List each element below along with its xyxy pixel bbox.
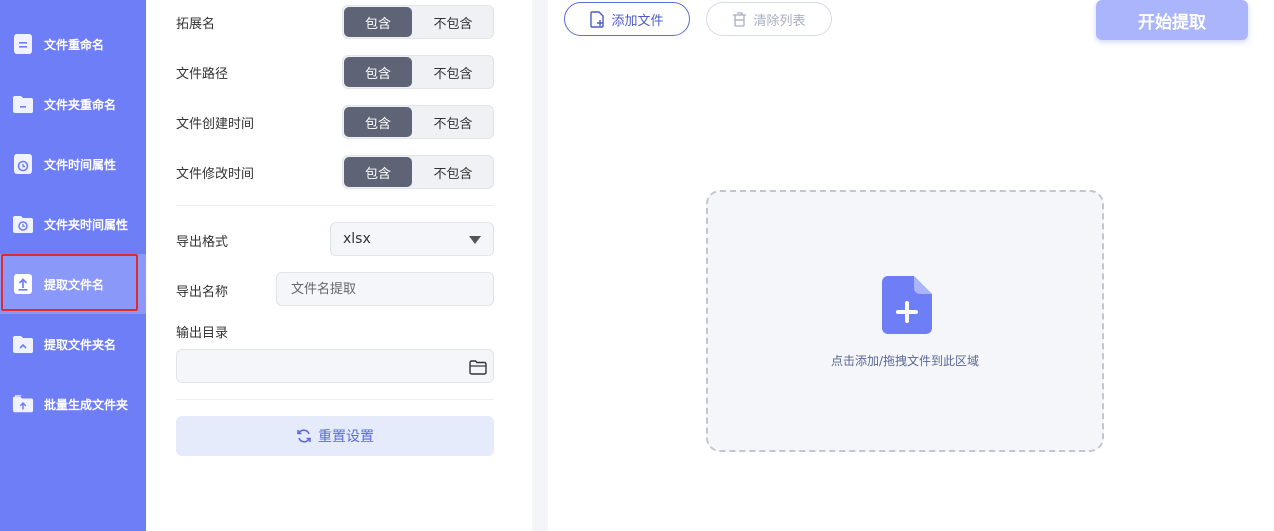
folder-minus-icon	[12, 93, 34, 115]
output-dir-label: 输出目录	[176, 326, 229, 341]
sidebar-item-label: 文件夹时间属性	[44, 217, 129, 232]
clear-list-button[interactable]: 清除列表	[706, 2, 832, 36]
row-label-extension: 拓展名	[176, 17, 216, 32]
sidebar-item-file-rename[interactable]: 文件重命名	[0, 14, 146, 74]
sidebar-item-label: 批量生成文件夹	[44, 397, 129, 412]
exclude-option[interactable]: 不包含	[419, 7, 487, 37]
include-option[interactable]: 包含	[344, 157, 412, 187]
folder-clock-icon	[12, 213, 34, 235]
divider	[176, 205, 494, 206]
reset-settings-label: 重置设置	[318, 429, 374, 445]
highlight-box	[1, 254, 138, 311]
file-clock-icon	[12, 153, 34, 175]
extension-toggle: 包含 不包含	[342, 5, 494, 39]
sidebar-item-folder-time[interactable]: 文件夹时间属性	[0, 194, 146, 254]
export-name-input[interactable]	[276, 272, 494, 306]
caret-down-icon	[469, 236, 481, 244]
exclude-option[interactable]: 不包含	[419, 57, 487, 87]
clear-list-label: 清除列表	[753, 13, 806, 29]
export-format-select[interactable]: xlsx	[330, 222, 494, 256]
modified-time-toggle: 包含 不包含	[342, 155, 494, 189]
add-file-label: 添加文件	[611, 13, 664, 29]
sidebar-item-folder-rename[interactable]: 文件夹重命名	[0, 74, 146, 134]
path-toggle: 包含 不包含	[342, 55, 494, 89]
sidebar-item-label: 文件时间属性	[44, 157, 117, 172]
divider	[176, 399, 494, 400]
sidebar-item-file-time[interactable]: 文件时间属性	[0, 134, 146, 194]
start-extract-button[interactable]: 开始提取	[1096, 0, 1248, 40]
dropzone-hint: 点击添加/拖拽文件到此区域	[830, 354, 980, 368]
reset-settings-button[interactable]: 重置设置	[176, 416, 494, 456]
trash-icon	[732, 11, 747, 27]
export-name-label: 导出名称	[176, 285, 229, 300]
exclude-option[interactable]: 不包含	[419, 157, 487, 187]
sidebar: 文件重命名 文件夹重命名 文件时间属性 文件夹时间属性 提取文件名 提取文件夹名	[0, 0, 146, 531]
folder-plus-icon	[12, 393, 34, 415]
export-format-value: xlsx	[343, 231, 371, 247]
row-label-path: 文件路径	[176, 67, 229, 82]
sidebar-item-batch-create-folder[interactable]: 批量生成文件夹	[0, 374, 146, 434]
sidebar-item-label: 文件重命名	[44, 37, 105, 52]
main-area: 添加文件 清除列表 开始提取 点击添加/拖拽文件到此区域	[548, 0, 1274, 531]
add-file-button[interactable]: 添加文件	[564, 2, 690, 36]
created-time-toggle: 包含 不包含	[342, 105, 494, 139]
refresh-icon	[296, 428, 312, 444]
document-icon	[12, 33, 34, 55]
exclude-option[interactable]: 不包含	[419, 107, 487, 137]
output-dir-input[interactable]	[176, 349, 494, 383]
include-option[interactable]: 包含	[344, 107, 412, 137]
row-label-modified-time: 文件修改时间	[176, 167, 255, 182]
sidebar-item-extract-foldername[interactable]: 提取文件夹名	[0, 314, 146, 374]
start-extract-label: 开始提取	[1138, 12, 1206, 33]
settings-panel: 拓展名 包含 不包含 文件路径 包含 不包含 文件创建时间 包含 不包含 文件修…	[146, 0, 532, 531]
file-add-icon	[882, 276, 932, 338]
export-format-label: 导出格式	[176, 235, 229, 250]
include-option[interactable]: 包含	[344, 57, 412, 87]
file-add-icon	[590, 10, 605, 28]
row-label-created-time: 文件创建时间	[176, 117, 255, 132]
folder-upload-icon	[12, 333, 34, 355]
include-option[interactable]: 包含	[344, 7, 412, 37]
file-dropzone[interactable]: 点击添加/拖拽文件到此区域	[706, 190, 1104, 452]
folder-open-icon[interactable]	[466, 356, 490, 378]
sidebar-item-label: 文件夹重命名	[44, 97, 117, 112]
sidebar-item-label: 提取文件夹名	[44, 337, 117, 352]
